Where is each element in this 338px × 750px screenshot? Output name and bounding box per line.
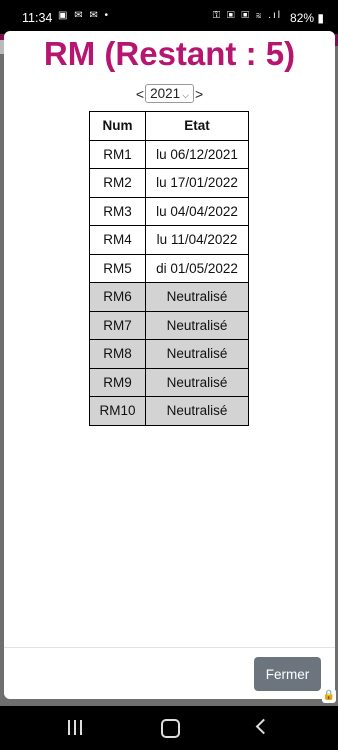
rm-num: RM1 (89, 139, 146, 169)
rm-num: RM7 (89, 310, 146, 340)
column-header-etat: Etat (145, 111, 249, 141)
table-row: RM2 lu 17/01/2022 (89, 168, 249, 198)
status-bar: 11:34 ▣ ✉ ✉ • ⚿ ▣ ▣ ≋ .ıl 82% ▮ (0, 0, 338, 34)
rm-modal: RM (Restant : 5) <2021 ⌵ > Num Etat RM1 lu … (4, 31, 335, 699)
rm-etat: di 01/05/2022 (145, 253, 249, 283)
column-header-num: Num (89, 111, 146, 141)
rm-num: RM5 (89, 253, 146, 283)
year-select-value: 2021 (150, 86, 181, 101)
recents-icon (68, 720, 70, 735)
table-row: RM5 di 01/05/2022 (89, 253, 249, 283)
rm-num: RM2 (89, 168, 146, 198)
battery-percent: 82% (290, 11, 315, 25)
prev-year-button[interactable]: < (136, 86, 144, 102)
rm-etat: Neutralisé (145, 396, 249, 426)
table-row: RM4 lu 11/04/2022 (89, 225, 249, 255)
battery-icon: ▮ (317, 11, 324, 25)
rm-num: RM9 (89, 367, 146, 397)
table-row: RM3 lu 04/04/2022 (89, 196, 249, 226)
back-button[interactable] (255, 718, 272, 735)
system-status-icons: ⚿ ▣ ▣ ≋ .ıl (212, 10, 282, 21)
table-row: RM8 Neutralisé (89, 339, 249, 369)
rm-num: RM8 (89, 339, 146, 369)
navigation-bar (0, 706, 338, 750)
rm-etat: Neutralisé (145, 282, 249, 312)
battery-level: 82% ▮ (290, 11, 324, 25)
table-header-row: Num Etat (89, 111, 249, 141)
recents-button[interactable] (68, 720, 84, 735)
chevron-down-icon: ⌵ (182, 90, 189, 100)
table-row: RM6 Neutralisé (89, 282, 249, 312)
status-time: 11:34 (22, 11, 53, 25)
rm-etat: Neutralisé (145, 310, 249, 340)
modal-footer-divider (4, 647, 335, 648)
rm-etat: lu 11/04/2022 (145, 225, 249, 255)
rm-num: RM3 (89, 196, 146, 226)
modal-title: RM (Restant : 5) (43, 35, 296, 72)
close-button[interactable]: Fermer (254, 657, 321, 691)
home-button[interactable] (161, 719, 180, 738)
table-row: RM1 lu 06/12/2021 (89, 139, 249, 169)
notification-icons: ▣ ✉ ✉ • (58, 10, 111, 21)
rm-num: RM4 (89, 225, 146, 255)
rm-num: RM6 (89, 282, 146, 312)
year-navigation: <2021 ⌵ > (4, 84, 335, 103)
next-year-button[interactable]: > (195, 86, 203, 102)
rm-etat: lu 04/04/2022 (145, 196, 249, 226)
rm-etat: Neutralisé (145, 367, 249, 397)
rm-etat: lu 06/12/2021 (145, 139, 249, 169)
table-row: RM7 Neutralisé (89, 310, 249, 340)
table-row: RM10 Neutralisé (89, 396, 249, 426)
rm-num: RM10 (89, 396, 146, 426)
year-select[interactable]: 2021 ⌵ (145, 84, 194, 103)
lock-icon: 🔒 (322, 689, 336, 703)
rm-etat: Neutralisé (145, 339, 249, 369)
table-row: RM9 Neutralisé (89, 367, 249, 397)
rm-table: Num Etat RM1 lu 06/12/2021 RM2 lu 17/01/20… (89, 111, 249, 426)
rm-etat: lu 17/01/2022 (145, 168, 249, 198)
